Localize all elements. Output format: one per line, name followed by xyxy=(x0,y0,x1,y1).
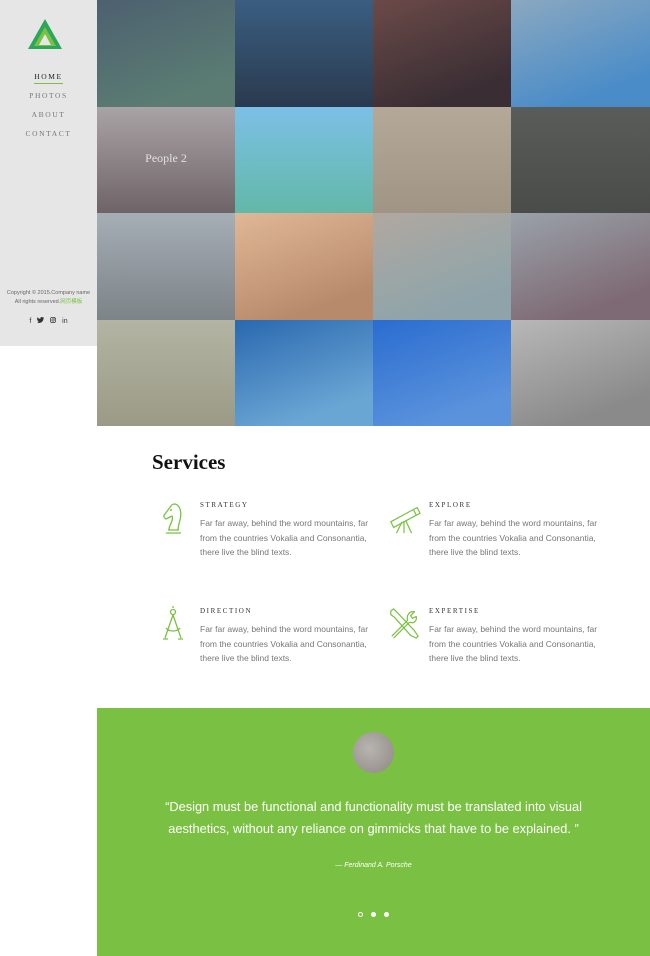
social-links: f in xyxy=(0,317,97,325)
gallery-tile[interactable] xyxy=(235,106,373,213)
service-title: DIRECTION xyxy=(200,607,253,615)
gallery-tile[interactable] xyxy=(235,0,373,107)
gallery-tile[interactable] xyxy=(511,106,650,213)
instagram-icon[interactable] xyxy=(50,317,57,325)
service-expertise: EXPERTISE Far far away, behind the word … xyxy=(390,606,599,666)
service-explore: EXPLORE Far far away, behind the word mo… xyxy=(390,500,599,560)
service-text: Far far away, behind the word mountains,… xyxy=(200,518,369,557)
service-text: Far far away, behind the word mountains,… xyxy=(429,624,598,663)
gallery-tile[interactable] xyxy=(97,319,235,426)
nav-item-photos[interactable]: PHOTOS xyxy=(29,90,68,102)
gallery-tile-caption: People 2 xyxy=(145,150,187,165)
service-text: Far far away, behind the word mountains,… xyxy=(200,624,369,663)
service-title: STRATEGY xyxy=(200,501,249,509)
testimonial-section: “Design must be functional and functiona… xyxy=(97,708,650,956)
gallery-tile[interactable] xyxy=(235,213,373,320)
linkedin-icon[interactable]: in xyxy=(62,318,67,325)
twitter-icon[interactable] xyxy=(37,317,45,325)
gallery-tile[interactable] xyxy=(97,213,235,320)
gallery-tile[interactable] xyxy=(373,319,511,426)
gallery-tile[interactable] xyxy=(373,213,511,320)
service-direction: DIRECTION Far far away, behind the word … xyxy=(163,606,370,666)
telescope-icon xyxy=(390,506,421,534)
facebook-icon[interactable]: f xyxy=(29,318,31,325)
copyright: Copyright © 2015.Company name All rights… xyxy=(0,289,97,307)
service-title: EXPERTISE xyxy=(429,607,480,615)
gallery-tile[interactable] xyxy=(511,0,650,107)
compass-icon xyxy=(163,606,183,640)
avatar xyxy=(353,732,394,773)
services-title: Services xyxy=(152,450,226,474)
testimonial-quote: “Design must be functional and functiona… xyxy=(165,799,582,836)
testimonial-author: — Ferdinand A. Porsche xyxy=(335,862,412,869)
nav-item-about[interactable]: ABOUT xyxy=(32,109,66,121)
service-title: EXPLORE xyxy=(429,501,472,509)
tools-icon xyxy=(390,608,419,639)
photo-gallery: People 2 xyxy=(97,0,650,426)
carousel-dot[interactable] xyxy=(357,912,363,917)
gallery-tile[interactable] xyxy=(97,0,235,107)
gallery-tile[interactable] xyxy=(511,319,650,426)
carousel-dot[interactable] xyxy=(384,912,390,917)
copyright-line: Copyright © 2015.Company name xyxy=(6,290,91,296)
nav-item-contact[interactable]: CONTACT xyxy=(25,128,71,140)
gallery-tile[interactable] xyxy=(373,0,511,107)
copyright-rights: All rights reserved. xyxy=(14,299,61,305)
chess-knight-icon xyxy=(163,503,182,534)
gallery-tile[interactable] xyxy=(511,213,650,320)
sidebar: HOME PHOTOS ABOUT CONTACT Copyright © 20… xyxy=(0,0,97,346)
service-text: Far far away, behind the word mountains,… xyxy=(429,518,598,557)
gallery-tile[interactable] xyxy=(235,319,373,426)
gallery-tile[interactable] xyxy=(373,106,511,213)
main-nav: HOME PHOTOS ABOUT CONTACT xyxy=(0,66,97,142)
logo-icon[interactable] xyxy=(27,18,63,50)
gallery-tile-hovered[interactable]: People 2 xyxy=(97,106,235,213)
copyright-link[interactable]: 网页模板 xyxy=(60,299,82,305)
service-strategy: STRATEGY Far far away, behind the word m… xyxy=(163,500,370,560)
carousel-dot[interactable] xyxy=(371,912,376,917)
nav-item-home[interactable]: HOME xyxy=(34,71,63,84)
carousel-dots xyxy=(97,904,650,922)
